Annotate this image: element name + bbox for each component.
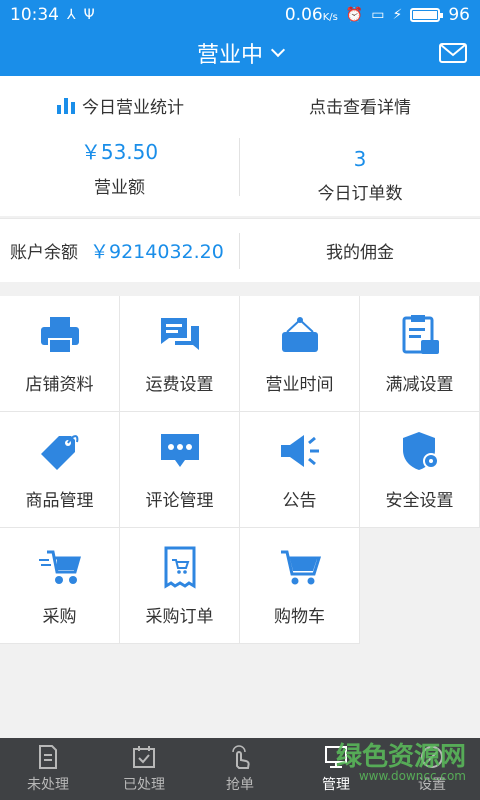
grid-item-business-hours[interactable]: 营业时间 [240, 296, 360, 412]
status-right: 0.06K/s ⏰ ▭ ⚡ 96 [285, 5, 470, 25]
printer-icon [40, 317, 79, 354]
grid-empty-cell [360, 528, 480, 644]
grid-item-label: 运费设置 [145, 375, 214, 395]
my-commission[interactable]: 我的佣金 [240, 238, 480, 263]
grid-item-shopping-cart[interactable]: 购物车 [240, 528, 360, 644]
revenue-value: ￥53.50 [80, 140, 159, 164]
grid-item-announcement[interactable]: 公告 [240, 412, 360, 528]
charging-icon: ⚡ [392, 7, 403, 23]
hand-tap-icon [232, 745, 250, 769]
revenue-stat: ￥53.50 营业额 [0, 138, 240, 198]
battery-level: 96 [448, 5, 470, 25]
grid-item-store-info[interactable]: 店铺资料 [0, 296, 120, 412]
balance-value: ￥9214032.20 [90, 241, 224, 263]
network-speed-unit: K/s [322, 12, 338, 23]
stats-body: ￥53.50 营业额 3 今日订单数 [0, 134, 480, 216]
sign-icon [281, 317, 318, 352]
tab-processed[interactable]: 已处理 [96, 738, 192, 800]
tab-unprocessed[interactable]: 未处理 [0, 738, 96, 800]
signal-icon: ▭ [371, 7, 385, 23]
grid-item-label: 评论管理 [145, 491, 214, 511]
tab-label: 未处理 [27, 777, 69, 793]
mail-icon[interactable] [438, 38, 468, 68]
grid-item-label: 采购 [42, 607, 77, 627]
megaphone-icon [280, 435, 319, 467]
grid-item-label: 采购订单 [145, 607, 214, 627]
clipboard-icon [402, 315, 439, 354]
status-bar: 10:34 ⅄ Ψ 0.06K/s ⏰ ▭ ⚡ 96 [0, 0, 480, 30]
grid-item-label: 满减设置 [385, 375, 454, 395]
app-header: 营业中 [0, 30, 480, 76]
balance-label: 账户余额 [10, 243, 78, 263]
fast-cart-icon [38, 550, 81, 584]
battery-fill [413, 11, 437, 19]
today-stats-panel: 今日营业统计 点击查看详情 ￥53.50 营业额 3 今日订单数 [0, 76, 480, 216]
tab-label: 抢单 [226, 777, 254, 793]
comment-icon [160, 434, 199, 467]
battery-icon [410, 8, 444, 22]
grid-item-discount-settings[interactable]: 满减设置 [360, 296, 480, 412]
grid-item-comment-management[interactable]: 评论管理 [120, 412, 240, 528]
calendar-check-icon [133, 746, 155, 768]
orders-stat: 3 今日订单数 [240, 134, 480, 216]
status-left: 10:34 ⅄ Ψ [10, 5, 95, 25]
grid-item-purchase-orders[interactable]: 采购订单 [120, 528, 240, 644]
shield-icon [402, 432, 439, 470]
function-grid: 店铺资料 运费设置 营业时间 满减设置 商品管理 评论管理 公告 安全设置 采购… [0, 296, 480, 644]
watermark-text: 绿色资源网 [335, 742, 466, 772]
account-balance[interactable]: 账户余额 ￥9214032.20 [0, 232, 240, 269]
page-title: 营业中 [196, 43, 263, 68]
document-icon [39, 745, 57, 769]
tab-label: 已处理 [123, 777, 165, 793]
balance-row: 账户余额 ￥9214032.20 我的佣金 [0, 218, 480, 282]
network-speed-value: 0.06 [284, 5, 323, 25]
business-status-dropdown[interactable]: 营业中 [196, 37, 286, 69]
orders-label: 今日订单数 [317, 183, 403, 204]
stats-details-link[interactable]: 点击查看详情 [240, 93, 480, 118]
alarm-icon: ⏰ [345, 7, 364, 23]
grid-item-label: 购物车 [274, 607, 325, 627]
grid-item-purchase[interactable]: 采购 [0, 528, 120, 644]
stats-header: 今日营业统计 点击查看详情 [0, 76, 480, 134]
receipt-icon [164, 546, 195, 589]
share-icon: ⅄ [67, 7, 76, 23]
bar-chart-icon [57, 98, 75, 114]
revenue-label: 营业额 [94, 178, 145, 198]
network-speed: 0.06K/s [285, 5, 338, 25]
orders-value: 3 [353, 146, 367, 171]
cart-icon [280, 550, 321, 585]
grid-item-shipping-settings[interactable]: 运费设置 [120, 296, 240, 412]
tab-grab-orders[interactable]: 抢单 [192, 738, 288, 800]
grid-item-label: 商品管理 [25, 491, 94, 511]
grid-item-label: 安全设置 [385, 491, 454, 511]
stats-title: 今日营业统计 [0, 93, 240, 118]
grid-item-label: 营业时间 [265, 375, 334, 395]
status-time: 10:34 [10, 5, 59, 25]
tag-icon [40, 435, 78, 470]
chat-icon [160, 318, 199, 350]
stats-title-text: 今日营业统计 [82, 97, 184, 118]
usb-icon: Ψ [83, 7, 95, 23]
grid-item-product-management[interactable]: 商品管理 [0, 412, 120, 528]
watermark: 绿色资源网 www.downcc.com [336, 744, 466, 782]
grid-item-label: 店铺资料 [25, 375, 94, 395]
grid-item-label: 公告 [282, 491, 317, 511]
chevron-down-icon [270, 42, 286, 58]
grid-item-security-settings[interactable]: 安全设置 [360, 412, 480, 528]
